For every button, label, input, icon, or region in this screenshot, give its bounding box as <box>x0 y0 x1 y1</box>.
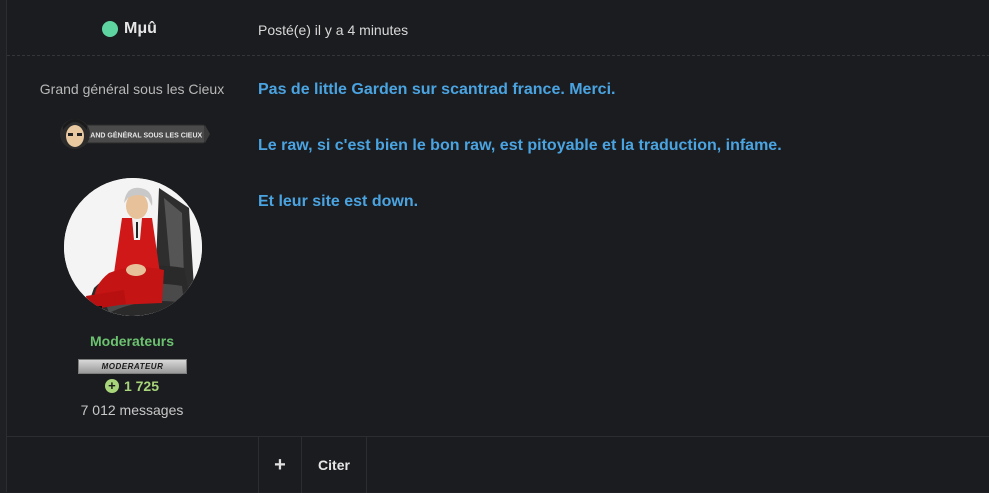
rank-image: GRAND GÉNÉRAL SOUS LES CIEUX <box>60 119 210 149</box>
avatar-image <box>64 178 202 316</box>
post-paragraph: Et leur site est down. <box>258 193 419 210</box>
quote-button[interactable]: Citer <box>302 437 367 493</box>
svg-text:GRAND GÉNÉRAL SOUS LES CIEUX: GRAND GÉNÉRAL SOUS LES CIEUX <box>80 131 203 140</box>
author-name[interactable]: Mμû <box>124 20 157 38</box>
forum-post: Mμû Posté(e) il y a 4 minutes Grand géné… <box>6 0 989 493</box>
author-link[interactable]: Mμû <box>102 18 157 40</box>
reputation-value: 1 725 <box>123 378 160 394</box>
user-group: Moderateurs <box>89 333 175 349</box>
post-paragraph: Pas de little Garden sur scantrad france… <box>258 81 616 98</box>
reputation[interactable]: + 1 725 <box>7 378 257 394</box>
post-content: Pas de little Garden sur scantrad france… <box>258 80 958 248</box>
post-header: Mμû Posté(e) il y a 4 minutes <box>7 0 989 56</box>
post-count: 7 012 messages <box>80 402 184 418</box>
plus-circle-icon: + <box>104 379 119 393</box>
multiquote-button[interactable]: + <box>258 437 302 493</box>
user-title: Grand général sous les Cieux <box>39 81 225 97</box>
avatar[interactable] <box>64 178 202 316</box>
post-paragraph: Le raw, si c'est bien le bon raw, est pi… <box>258 137 782 154</box>
post-footer: + Citer <box>7 436 989 493</box>
moderator-badge: MODERATEUR <box>78 359 187 374</box>
post-actions: + Citer <box>258 437 367 493</box>
online-status-icon <box>102 21 118 37</box>
author-sidebar: Grand général sous les Cieux GRAND GÉNÉR… <box>7 56 257 436</box>
post-date[interactable]: Posté(e) il y a 4 minutes <box>258 22 408 38</box>
